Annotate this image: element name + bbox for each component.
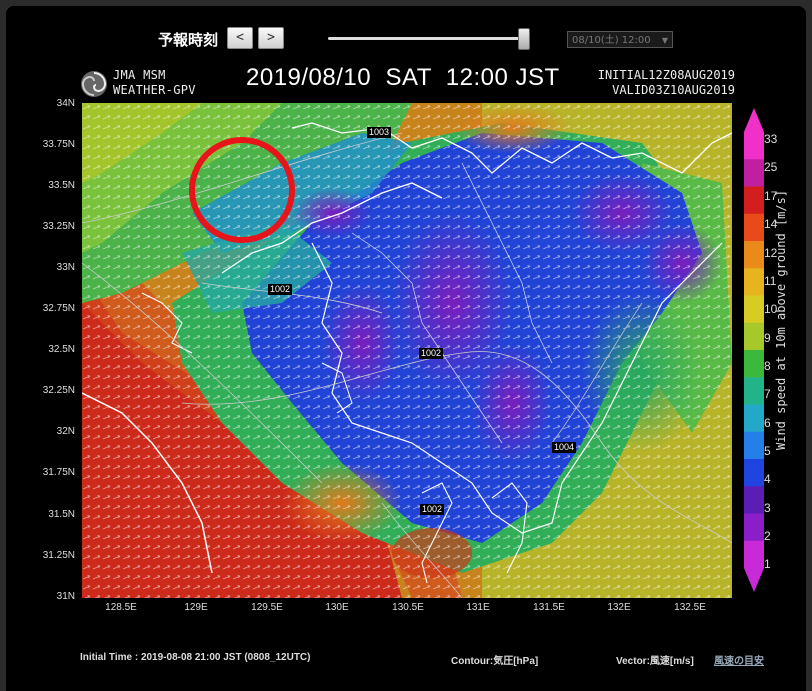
y-tick-label: 33.25N xyxy=(42,221,75,232)
colorbar-segment xyxy=(744,350,764,378)
contour-label-1004: 1004 xyxy=(552,442,577,453)
valid-datetime-title: 2019/08/10 SAT 12:00 JST xyxy=(246,64,560,91)
x-tick-label: 130E xyxy=(325,602,349,613)
colorbar-bottom-arrow xyxy=(744,568,764,592)
x-tick-label: 130.5E xyxy=(392,602,424,613)
wind-speed-guide-link[interactable]: 風速の目安 xyxy=(714,652,764,667)
colorbar-top-arrow xyxy=(744,108,764,132)
y-tick-label: 31N xyxy=(56,591,75,602)
y-tick-label: 31.75N xyxy=(42,467,75,478)
model-line-1: JMA MSM xyxy=(113,68,166,82)
time-slider-thumb[interactable] xyxy=(518,28,530,50)
initial-time-code: INITIAL12Z08AUG2019 xyxy=(597,68,735,82)
colorbar-segment xyxy=(744,377,764,405)
x-tick-label: 129.5E xyxy=(251,602,283,613)
model-line-2: WEATHER-GPV xyxy=(113,83,196,97)
y-tick-label: 33.75N xyxy=(42,139,75,150)
contour-label-1002-c: 1002 xyxy=(420,504,445,515)
y-tick-label: 31.25N xyxy=(42,550,75,561)
model-name: JMA MSM WEATHER-GPV xyxy=(113,68,196,98)
x-tick-label: 132.5E xyxy=(674,602,706,613)
jma-logo-icon xyxy=(81,71,107,97)
footer-contour: Contour:気圧[hPa] xyxy=(451,656,539,667)
wind-map xyxy=(82,103,732,598)
y-tick-label: 32N xyxy=(56,426,75,437)
y-tick-label: 31.5N xyxy=(48,509,75,520)
colorbar-label: 3 xyxy=(764,501,771,515)
footer-vector: Vector:風速[m/s] xyxy=(616,656,694,667)
y-tick-label: 32.75N xyxy=(42,303,75,314)
colorbar-segment xyxy=(744,213,764,242)
x-tick-label: 128.5E xyxy=(105,602,137,613)
colorbar-label: 33 xyxy=(764,132,778,146)
colorbar-segment xyxy=(744,132,764,160)
y-tick-label: 33.5N xyxy=(48,180,75,191)
colorbar-segment xyxy=(744,404,764,433)
colorbar-segment xyxy=(744,540,764,569)
footer-initial-time: Initial Time : 2019-08-08 21:00 JST (080… xyxy=(80,652,311,663)
colorbar-segment xyxy=(744,295,764,324)
colorbar-segment xyxy=(744,459,764,487)
colorbar-label: 1 xyxy=(764,557,771,571)
chevron-down-icon: ▼ xyxy=(661,36,668,45)
colorbar-label: 4 xyxy=(764,472,771,486)
colorbar-segment xyxy=(744,268,764,296)
colorbar-title: Wind speed at 10m above ground [m/s] xyxy=(774,189,788,450)
colorbar-segment xyxy=(744,431,764,460)
x-tick-label: 131.5E xyxy=(533,602,565,613)
prev-button[interactable]: < xyxy=(227,27,253,49)
y-tick-label: 32.5N xyxy=(48,344,75,355)
valid-time-code: VALID03Z10AUG2019 xyxy=(612,83,735,97)
colorbar-segment xyxy=(744,513,764,542)
next-button[interactable]: > xyxy=(258,27,284,49)
x-tick-label: 131E xyxy=(466,602,490,613)
colorbar-label: 25 xyxy=(764,160,778,174)
init-valid-info: INITIAL12Z08AUG2019 VALID03Z10AUG2019 xyxy=(598,68,735,98)
y-tick-label: 32.25N xyxy=(42,385,75,396)
contour-label-1002-a: 1002 xyxy=(268,284,293,295)
y-tick-label: 34N xyxy=(56,98,75,109)
time-select-value: 08/10(土) 12:00 xyxy=(572,35,651,46)
contour-label-1002-b: 1002 xyxy=(419,348,444,359)
x-tick-label: 132E xyxy=(607,602,631,613)
forecast-time-label: 予報時刻 xyxy=(158,31,219,49)
colorbar-segment xyxy=(744,322,764,351)
x-tick-label: 129E xyxy=(184,602,208,613)
contour-label-1003: 1003 xyxy=(367,127,392,138)
colorbar-segment xyxy=(744,186,764,215)
colorbar-segment xyxy=(744,486,764,514)
time-slider[interactable] xyxy=(328,37,524,40)
colorbar-label: 2 xyxy=(764,529,771,543)
colorbar xyxy=(744,108,764,592)
time-select[interactable]: 08/10(土) 12:00 ▼ xyxy=(567,31,673,48)
colorbar-segment xyxy=(744,159,764,187)
colorbar-segment xyxy=(744,241,764,269)
y-tick-label: 33N xyxy=(56,262,75,273)
